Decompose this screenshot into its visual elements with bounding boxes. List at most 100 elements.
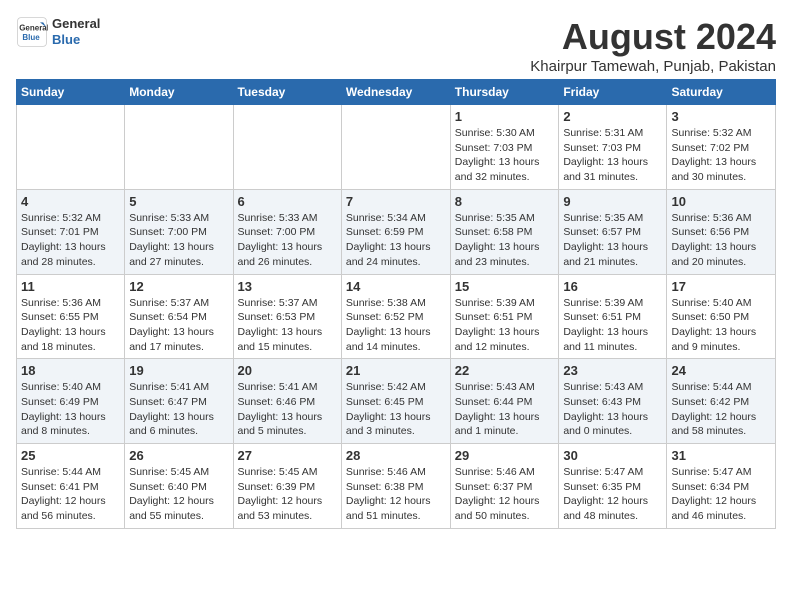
day-info: Sunrise: 5:37 AM Sunset: 6:53 PM Dayligh…	[238, 296, 337, 355]
day-number: 4	[21, 194, 120, 209]
day-number: 19	[129, 363, 228, 378]
day-info: Sunrise: 5:44 AM Sunset: 6:41 PM Dayligh…	[21, 465, 120, 524]
calendar-cell: 18 Sunrise: 5:40 AM Sunset: 6:49 PM Dayli…	[17, 359, 125, 444]
calendar-cell	[233, 105, 341, 190]
day-number: 10	[671, 194, 771, 209]
day-info: Sunrise: 5:40 AM Sunset: 6:49 PM Dayligh…	[21, 380, 120, 439]
calendar-cell: 27 Sunrise: 5:45 AM Sunset: 6:39 PM Dayli…	[233, 444, 341, 529]
day-number: 22	[455, 363, 555, 378]
calendar-cell	[17, 105, 125, 190]
calendar-cell: 13 Sunrise: 5:37 AM Sunset: 6:53 PM Dayli…	[233, 274, 341, 359]
calendar-cell: 6Sunrise: 5:33 AM Sunset: 7:00 PM Daylig…	[233, 189, 341, 274]
day-info: Sunrise: 5:39 AM Sunset: 6:51 PM Dayligh…	[563, 296, 662, 355]
day-info: Sunrise: 5:42 AM Sunset: 6:45 PM Dayligh…	[346, 380, 446, 439]
logo-text: General Blue	[52, 16, 100, 47]
day-number: 9	[563, 194, 662, 209]
day-number: 23	[563, 363, 662, 378]
column-header-thursday: Thursday	[450, 80, 559, 105]
day-info: Sunrise: 5:45 AM Sunset: 6:39 PM Dayligh…	[238, 465, 337, 524]
calendar-cell: 1 Sunrise: 5:30 AM Sunset: 7:03 PM Daylig…	[450, 105, 559, 190]
day-info: Sunrise: 5:41 AM Sunset: 6:47 PM Dayligh…	[129, 380, 228, 439]
calendar-cell: 3 Sunrise: 5:32 AM Sunset: 7:02 PM Daylig…	[667, 105, 776, 190]
calendar-cell	[125, 105, 233, 190]
day-info: Sunrise: 5:34 AM Sunset: 6:59 PM Dayligh…	[346, 211, 446, 270]
day-number: 25	[21, 448, 120, 463]
day-info: Sunrise: 5:45 AM Sunset: 6:40 PM Dayligh…	[129, 465, 228, 524]
logo: General Blue General Blue	[16, 16, 100, 48]
day-number: 3	[671, 109, 771, 124]
day-info: Sunrise: 5:46 AM Sunset: 6:37 PM Dayligh…	[455, 465, 555, 524]
title-block: August 2024 Khairpur Tamewah, Punjab, Pa…	[530, 16, 776, 75]
day-number: 8	[455, 194, 555, 209]
day-number: 30	[563, 448, 662, 463]
calendar-week-4: 18 Sunrise: 5:40 AM Sunset: 6:49 PM Dayli…	[17, 359, 776, 444]
column-header-friday: Friday	[559, 80, 667, 105]
svg-text:Blue: Blue	[22, 33, 40, 42]
day-info: Sunrise: 5:33 AM Sunset: 7:00 PM Dayligh…	[129, 211, 228, 270]
day-number: 2	[563, 109, 662, 124]
calendar-cell: 5 Sunrise: 5:33 AM Sunset: 7:00 PM Daylig…	[125, 189, 233, 274]
day-number: 5	[129, 194, 228, 209]
calendar-week-5: 25 Sunrise: 5:44 AM Sunset: 6:41 PM Dayli…	[17, 444, 776, 529]
calendar-week-1: 1 Sunrise: 5:30 AM Sunset: 7:03 PM Daylig…	[17, 105, 776, 190]
calendar-cell: 10 Sunrise: 5:36 AM Sunset: 6:56 PM Dayli…	[667, 189, 776, 274]
day-number: 7	[346, 194, 446, 209]
column-header-wednesday: Wednesday	[341, 80, 450, 105]
day-number: 11	[21, 279, 120, 294]
day-info: Sunrise: 5:31 AM Sunset: 7:03 PM Dayligh…	[563, 126, 662, 185]
calendar-cell: 16Sunrise: 5:39 AM Sunset: 6:51 PM Dayli…	[559, 274, 667, 359]
calendar-cell: 19 Sunrise: 5:41 AM Sunset: 6:47 PM Dayli…	[125, 359, 233, 444]
day-number: 26	[129, 448, 228, 463]
day-info: Sunrise: 5:46 AM Sunset: 6:38 PM Dayligh…	[346, 465, 446, 524]
calendar-cell: 9 Sunrise: 5:35 AM Sunset: 6:57 PM Daylig…	[559, 189, 667, 274]
day-number: 29	[455, 448, 555, 463]
calendar-cell: 31Sunrise: 5:47 AM Sunset: 6:34 PM Dayli…	[667, 444, 776, 529]
day-number: 13	[238, 279, 337, 294]
page-header: General Blue General Blue August 2024 Kh…	[16, 16, 776, 75]
column-header-sunday: Sunday	[17, 80, 125, 105]
day-number: 12	[129, 279, 228, 294]
day-info: Sunrise: 5:35 AM Sunset: 6:58 PM Dayligh…	[455, 211, 555, 270]
calendar-week-3: 11Sunrise: 5:36 AM Sunset: 6:55 PM Dayli…	[17, 274, 776, 359]
calendar-cell: 23Sunrise: 5:43 AM Sunset: 6:43 PM Dayli…	[559, 359, 667, 444]
day-number: 27	[238, 448, 337, 463]
column-header-saturday: Saturday	[667, 80, 776, 105]
calendar-cell: 28 Sunrise: 5:46 AM Sunset: 6:38 PM Dayli…	[341, 444, 450, 529]
calendar-cell: 2 Sunrise: 5:31 AM Sunset: 7:03 PM Daylig…	[559, 105, 667, 190]
calendar-cell: 7 Sunrise: 5:34 AM Sunset: 6:59 PM Daylig…	[341, 189, 450, 274]
day-number: 31	[671, 448, 771, 463]
day-number: 1	[455, 109, 555, 124]
day-info: Sunrise: 5:40 AM Sunset: 6:50 PM Dayligh…	[671, 296, 771, 355]
day-number: 21	[346, 363, 446, 378]
day-info: Sunrise: 5:39 AM Sunset: 6:51 PM Dayligh…	[455, 296, 555, 355]
day-number: 18	[21, 363, 120, 378]
day-number: 14	[346, 279, 446, 294]
day-info: Sunrise: 5:30 AM Sunset: 7:03 PM Dayligh…	[455, 126, 555, 185]
day-info: Sunrise: 5:38 AM Sunset: 6:52 PM Dayligh…	[346, 296, 446, 355]
day-info: Sunrise: 5:36 AM Sunset: 6:56 PM Dayligh…	[671, 211, 771, 270]
day-info: Sunrise: 5:37 AM Sunset: 6:54 PM Dayligh…	[129, 296, 228, 355]
column-header-monday: Monday	[125, 80, 233, 105]
day-info: Sunrise: 5:32 AM Sunset: 7:02 PM Dayligh…	[671, 126, 771, 185]
day-info: Sunrise: 5:35 AM Sunset: 6:57 PM Dayligh…	[563, 211, 662, 270]
logo-icon: General Blue	[16, 16, 48, 48]
day-number: 28	[346, 448, 446, 463]
calendar-cell: 24Sunrise: 5:44 AM Sunset: 6:42 PM Dayli…	[667, 359, 776, 444]
calendar-cell: 4 Sunrise: 5:32 AM Sunset: 7:01 PM Daylig…	[17, 189, 125, 274]
calendar-cell: 30 Sunrise: 5:47 AM Sunset: 6:35 PM Dayli…	[559, 444, 667, 529]
calendar-cell: 12 Sunrise: 5:37 AM Sunset: 6:54 PM Dayli…	[125, 274, 233, 359]
calendar-cell: 14 Sunrise: 5:38 AM Sunset: 6:52 PM Dayli…	[341, 274, 450, 359]
day-number: 15	[455, 279, 555, 294]
day-info: Sunrise: 5:47 AM Sunset: 6:35 PM Dayligh…	[563, 465, 662, 524]
day-info: Sunrise: 5:32 AM Sunset: 7:01 PM Dayligh…	[21, 211, 120, 270]
calendar-cell: 26 Sunrise: 5:45 AM Sunset: 6:40 PM Dayli…	[125, 444, 233, 529]
subtitle: Khairpur Tamewah, Punjab, Pakistan	[530, 58, 776, 75]
calendar-cell: 29 Sunrise: 5:46 AM Sunset: 6:37 PM Dayli…	[450, 444, 559, 529]
calendar-week-2: 4 Sunrise: 5:32 AM Sunset: 7:01 PM Daylig…	[17, 189, 776, 274]
calendar-cell: 8 Sunrise: 5:35 AM Sunset: 6:58 PM Daylig…	[450, 189, 559, 274]
calendar-cell: 22 Sunrise: 5:43 AM Sunset: 6:44 PM Dayli…	[450, 359, 559, 444]
calendar-header-row: SundayMondayTuesdayWednesdayThursdayFrid…	[17, 80, 776, 105]
day-number: 6	[238, 194, 337, 209]
calendar-cell: 15 Sunrise: 5:39 AM Sunset: 6:51 PM Dayli…	[450, 274, 559, 359]
day-info: Sunrise: 5:43 AM Sunset: 6:44 PM Dayligh…	[455, 380, 555, 439]
